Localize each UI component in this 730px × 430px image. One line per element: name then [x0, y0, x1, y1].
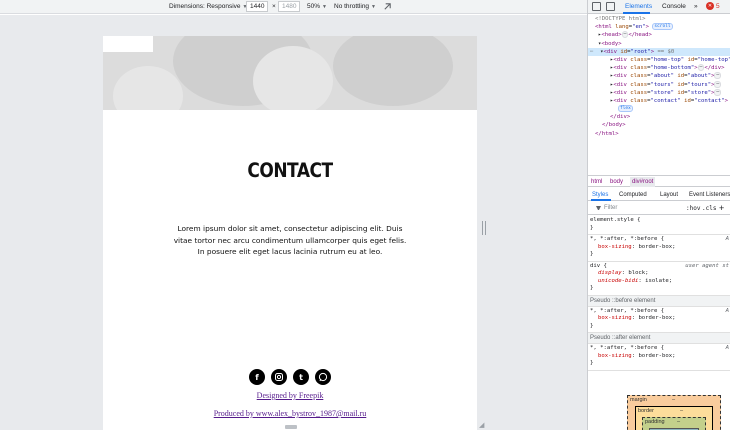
throttling-value: No throttling — [334, 3, 370, 10]
resize-handle-corner[interactable]: ◢ — [479, 422, 487, 430]
rule-div-user-agent[interactable]: user agent st div { display: block; unic… — [588, 262, 730, 296]
dom-node-selected[interactable]: ⋯ ▾<div id="root"> == $0 — [588, 47, 730, 56]
dimensions-label: Dimensions: Responsive — [169, 3, 241, 10]
rotate-icon[interactable] — [383, 2, 392, 12]
width-input[interactable]: 1440 — [246, 1, 269, 12]
designed-by-link[interactable]: Designed by Freepik — [103, 391, 477, 400]
instagram-icon[interactable] — [271, 369, 287, 385]
box-model-diagram: margin – border – padding – — [627, 395, 721, 430]
tab-computed[interactable]: Computed — [619, 189, 647, 201]
hov-toggle[interactable]: :hov — [686, 202, 700, 215]
error-icon[interactable]: ✕ — [706, 2, 714, 10]
styles-filter-bar: Filter :hov .cls + — [588, 202, 730, 215]
dom-node[interactable]: ▸<div class="home-bottom"> ⋯ </div> — [588, 64, 730, 72]
devtools-tabbar: Elements Console » ✕ 5 — [588, 0, 730, 14]
dom-node[interactable]: ▸<div class="contact" id="contact"> — [588, 97, 730, 105]
device-toolbar: Dimensions: Responsive▼ 1440 × 1480 50%▼… — [0, 0, 587, 14]
facebook-icon[interactable]: f — [249, 369, 265, 385]
device-toggle-icon[interactable] — [606, 2, 615, 11]
dom-node[interactable]: ▸<div class="home-top" id="home-top" — [588, 56, 730, 64]
dom-node[interactable]: ▾<body> — [588, 40, 730, 48]
dom-tree: <!DOCTYPE html> <html lang="en"> scroll … — [588, 15, 730, 138]
times-sign: × — [272, 3, 276, 10]
dom-node[interactable]: </html> — [588, 130, 730, 138]
contact-text: Lorem ipsum dolor sit amet, consectetur … — [173, 224, 407, 256]
page-title: CONTACT — [247, 159, 333, 183]
facebook-glyph: f — [255, 372, 259, 382]
dom-node[interactable]: ▸<div class="store" id="store"> ⋯ — [588, 88, 730, 97]
breadcrumb-html[interactable]: html — [591, 177, 602, 187]
zoom-value: 50% — [307, 3, 321, 10]
error-count[interactable]: 5 — [716, 3, 720, 10]
throttling-dropdown[interactable]: No throttling ▼ — [334, 2, 376, 12]
styles-tabbar: Styles Computed Layout Event Listeners — [588, 189, 730, 201]
box-model-padding: padding – — [642, 417, 706, 430]
dimensions-dropdown[interactable]: Dimensions: Responsive▼ — [169, 2, 248, 12]
cls-toggle[interactable]: .cls — [702, 202, 716, 215]
tumblr-icon[interactable]: t — [293, 369, 309, 385]
tab-event-listeners[interactable]: Event Listeners — [689, 189, 730, 201]
rule-universal[interactable]: A *, *:after, *:before { box-sizing: bor… — [588, 235, 730, 262]
tab-layout[interactable]: Layout — [660, 189, 678, 201]
filter-input[interactable]: Filter — [604, 202, 617, 215]
breadcrumb-body[interactable]: body — [610, 177, 623, 187]
zoom-dropdown[interactable]: 50% ▼ — [307, 2, 327, 12]
box-model-border: border – padding – — [635, 406, 713, 430]
flex-badge[interactable]: flex — [618, 105, 633, 113]
logo-placeholder — [103, 36, 153, 52]
dom-node[interactable]: </body> — [588, 121, 730, 129]
height-input[interactable]: 1480 — [278, 1, 301, 12]
emulated-page: CONTACT Lorem ipsum dolor sit amet, cons… — [103, 36, 477, 430]
chevron-down-icon: ▼ — [322, 4, 327, 10]
whatsapp-icon[interactable] — [315, 369, 331, 385]
pseudo-before-header: Pseudo ::before element — [588, 295, 730, 307]
tab-console[interactable]: Console — [662, 3, 686, 10]
dom-node[interactable]: ▸<head> ⋯ </head> — [588, 31, 730, 39]
tab-elements[interactable]: Elements — [625, 3, 652, 10]
rule-universal-before[interactable]: A *, *:after, *:before { box-sizing: bor… — [588, 307, 730, 333]
dom-node[interactable]: </div> — [588, 113, 730, 121]
dom-node[interactable]: ▸<div class="tours" id="tours"> ⋯ — [588, 80, 730, 89]
rule-element-style[interactable]: element.style { } — [588, 216, 730, 235]
dom-node[interactable]: <!DOCTYPE html> — [588, 15, 730, 23]
scroll-badge[interactable]: scroll — [652, 23, 673, 31]
devtools-panel: Elements Console » ✕ 5 <!DOCTYPE html> <… — [587, 0, 730, 430]
breadcrumb-div-root[interactable]: div#root — [630, 177, 656, 187]
more-tabs-button[interactable]: » — [694, 3, 698, 10]
tumblr-glyph: t — [299, 372, 303, 382]
hero-image — [103, 36, 477, 110]
breadcrumb: html body div#root — [588, 175, 730, 187]
rule-universal-after[interactable]: A *, *:after, *:before { box-sizing: bor… — [588, 344, 730, 371]
add-rule-button[interactable]: + — [719, 202, 724, 215]
dom-node[interactable]: ▸<div class="about" id="about"> ⋯ — [588, 72, 730, 80]
social-links: f t — [103, 369, 477, 385]
pseudo-after-header: Pseudo ::after element — [588, 333, 730, 344]
filter-icon — [596, 206, 601, 211]
chevron-down-icon: ▼ — [371, 4, 376, 10]
dom-node[interactable]: flex — [588, 105, 730, 113]
style-rules: element.style { } A *, *:after, *:before… — [588, 216, 730, 371]
produced-by-link[interactable]: Produced by www.alex_bystrov_1987@mail.r… — [103, 409, 477, 418]
resize-handle-right[interactable] — [482, 221, 486, 235]
dom-node[interactable]: <html lang="en"> scroll — [588, 23, 730, 31]
resize-handle-bottom[interactable] — [285, 425, 297, 429]
inspect-icon[interactable] — [592, 2, 601, 11]
